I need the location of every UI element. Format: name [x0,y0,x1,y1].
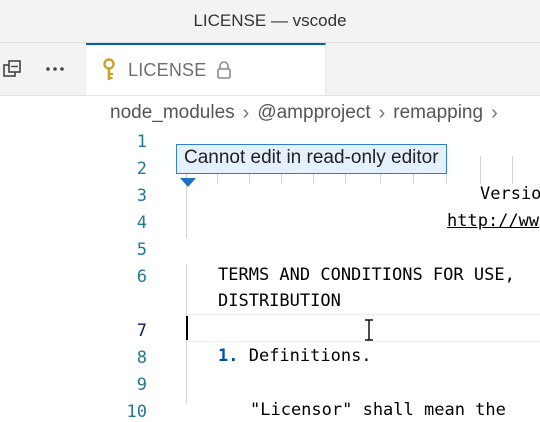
line-number: 5 [136,240,147,260]
line-number: 10 [126,402,147,422]
line-number: 8 [136,348,147,368]
text-caret [186,316,188,340]
line-number-active: 7 [136,321,147,341]
lock-icon [216,60,232,80]
code-text: TERMS AND CONDITIONS FOR USE, [218,265,515,285]
code-text: Versio [480,184,540,204]
editor-group-actions [0,43,86,95]
tab-label: LICENSE [128,59,207,80]
chevron-right-icon: › [491,101,498,124]
breadcrumb-item[interactable]: remapping [393,102,483,124]
line-number: 3 [136,186,147,206]
code-text: "Licensor" shall mean the [250,400,506,420]
breadcrumb-item[interactable]: node_modules [110,102,235,124]
breadcrumb: node_modules › @ampproject › remapping › [110,98,498,128]
split-editor-icon[interactable] [2,59,22,79]
title-bar: LICENSE — vscode [0,0,540,43]
code-text: DISTRIBUTION [218,291,341,311]
read-only-tooltip: Cannot edit in read-only editor [176,144,447,174]
indent-guide [480,156,481,184]
breadcrumb-item[interactable]: @ampproject [257,102,370,124]
text-cursor-icon [364,319,374,341]
code-text: 1. Definitions. [218,346,372,366]
window-title: LICENSE — vscode [193,11,347,30]
line-number: 2 [136,159,147,179]
tab-license[interactable]: LICENSE [86,43,326,95]
code-link[interactable]: http://ww [447,211,539,231]
more-actions-icon[interactable] [44,59,66,79]
key-icon [100,58,118,82]
indent-guide [512,156,513,184]
chevron-right-icon: › [378,101,386,124]
tooltip-arrow [180,178,196,187]
current-line-highlight [186,314,540,342]
chevron-right-icon: › [242,101,250,124]
tab-strip: LICENSE [0,43,540,96]
line-number: 4 [136,213,147,233]
line-number: 6 [136,267,147,287]
line-number: 1 [136,132,147,152]
line-number: 9 [136,375,147,395]
